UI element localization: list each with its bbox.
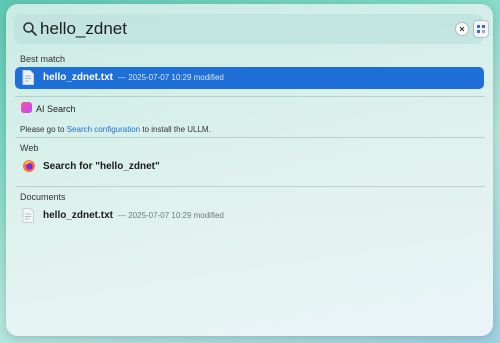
result-title: hello_zdnet.txt	[43, 72, 114, 83]
search-input[interactable]: hello_zdnet	[40, 18, 127, 40]
install-note-prefix: Please go to	[20, 125, 65, 134]
result-web-search[interactable]: Search for "hello_zdnet"	[15, 156, 484, 178]
result-meta: — 2025-07-07 10:29 modified	[118, 211, 224, 220]
search-configuration-link[interactable]: Search configuration	[67, 125, 140, 134]
divider	[15, 186, 485, 187]
ai-install-note: Please go to Search configuration to ins…	[20, 125, 211, 134]
install-note-suffix: to install the ULLM.	[142, 125, 211, 134]
section-documents: Documents	[20, 192, 66, 202]
divider	[15, 137, 485, 138]
result-meta: — 2025-07-07 10:29 modified	[118, 73, 224, 82]
section-best-match: Best match	[20, 54, 66, 64]
search-panel: hello_zdnet Best match hello_zdnet.txt —…	[6, 4, 493, 336]
clear-search-button[interactable]	[456, 23, 468, 35]
firefox-icon	[23, 160, 35, 172]
text-file-icon	[22, 208, 34, 223]
web-search-label: Search for "hello_zdnet"	[43, 161, 160, 172]
search-bar[interactable]: hello_zdnet	[14, 14, 488, 44]
result-title: hello_zdnet.txt	[43, 210, 114, 221]
ai-search-icon	[21, 102, 32, 113]
result-document[interactable]: hello_zdnet.txt — 2025-07-07 10:29 modif…	[15, 205, 484, 227]
launcher-app-icon[interactable]	[474, 21, 488, 37]
result-best-match[interactable]: hello_zdnet.txt — 2025-07-07 10:29 modif…	[15, 67, 484, 89]
grid-icon	[477, 25, 485, 33]
close-icon	[459, 26, 465, 32]
section-web: Web	[20, 143, 39, 153]
divider	[15, 96, 485, 97]
text-file-icon	[22, 70, 34, 85]
section-ai-search: AI Search	[36, 104, 76, 114]
search-icon	[23, 22, 37, 36]
